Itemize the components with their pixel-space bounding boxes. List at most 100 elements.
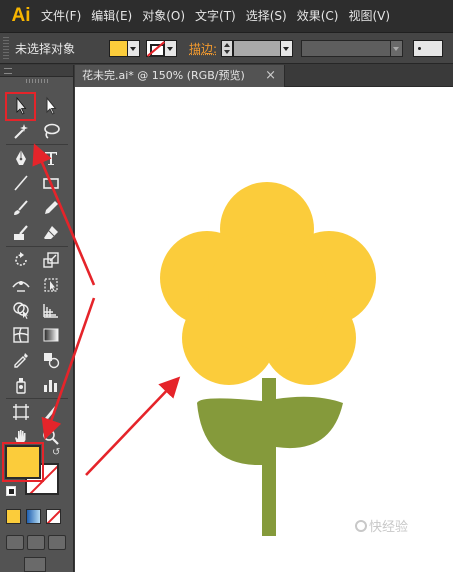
blob-brush-tool[interactable] bbox=[6, 222, 36, 244]
selection-tool[interactable] bbox=[6, 95, 36, 117]
chevron-down-icon[interactable] bbox=[391, 39, 404, 57]
stroke-weight-input[interactable] bbox=[233, 39, 282, 57]
panel-grip-icon[interactable] bbox=[26, 79, 48, 83]
direct-selection-arrow-icon bbox=[46, 96, 57, 115]
line-icon bbox=[14, 175, 28, 191]
watermark: 快经验 bbox=[355, 516, 408, 535]
rotate-tool[interactable] bbox=[6, 249, 36, 271]
lasso-icon bbox=[44, 123, 60, 139]
eyedropper-icon bbox=[14, 353, 28, 368]
column-graph-tool[interactable] bbox=[36, 374, 66, 396]
menu-select[interactable]: 选择(S) bbox=[241, 0, 292, 32]
flower-center bbox=[208, 232, 328, 352]
fill-color-picker[interactable] bbox=[109, 38, 140, 58]
mesh-icon bbox=[13, 327, 29, 343]
panel-collapse-icon[interactable] bbox=[0, 65, 73, 77]
pen-tool[interactable] bbox=[6, 147, 36, 169]
document-tab[interactable]: 花未完.ai* @ 150% (RGB/预览) × bbox=[75, 65, 285, 87]
flower-artwork bbox=[160, 182, 376, 536]
document-title: 花未完.ai* @ 150% (RGB/预览) bbox=[82, 69, 245, 82]
menu-edit[interactable]: 编辑(E) bbox=[86, 0, 137, 32]
menu-type[interactable]: 文字(T) bbox=[190, 0, 241, 32]
brush-icon bbox=[14, 200, 28, 215]
width-tool[interactable] bbox=[6, 274, 36, 296]
slice-tool[interactable] bbox=[36, 401, 66, 423]
color-mode-button[interactable] bbox=[6, 509, 21, 524]
fill-swatch[interactable] bbox=[109, 39, 128, 57]
panel-grip-icon[interactable] bbox=[3, 37, 9, 59]
watermark-logo-icon bbox=[355, 520, 367, 532]
draw-inside-button[interactable] bbox=[48, 535, 66, 550]
document-tab-bar: 花未完.ai* @ 150% (RGB/预览) × bbox=[75, 65, 453, 87]
app-logo: Ai bbox=[11, 5, 31, 26]
pencil-icon bbox=[45, 201, 58, 214]
paintbrush-tool[interactable] bbox=[6, 197, 36, 219]
gradient-tool[interactable] bbox=[36, 324, 66, 346]
chevron-down-icon[interactable] bbox=[281, 39, 294, 57]
type-tool[interactable] bbox=[36, 147, 66, 169]
menu-object[interactable]: 对象(O) bbox=[137, 0, 190, 32]
drawing-mode-row bbox=[6, 535, 66, 550]
chevron-down-icon[interactable] bbox=[165, 39, 177, 57]
shape-builder-icon bbox=[13, 302, 29, 319]
menu-view[interactable]: 视图(V) bbox=[343, 0, 395, 32]
blend-icon bbox=[44, 353, 60, 369]
menu-effect[interactable]: 效果(C) bbox=[292, 0, 344, 32]
scale-tool[interactable] bbox=[36, 249, 66, 271]
artboard-canvas[interactable] bbox=[75, 87, 453, 572]
blob-brush-icon bbox=[14, 225, 28, 240]
fill-swatch[interactable] bbox=[2, 442, 44, 482]
width-icon bbox=[12, 281, 30, 292]
menu-bar: Ai 文件(F) 编辑(E) 对象(O) 文字(T) 选择(S) 效果(C) 视… bbox=[0, 0, 453, 32]
gradient-mode-button[interactable] bbox=[26, 509, 41, 524]
blend-tool[interactable] bbox=[36, 349, 66, 371]
draw-behind-button[interactable] bbox=[27, 535, 45, 550]
eraser-tool[interactable] bbox=[36, 222, 66, 244]
stroke-none-swatch[interactable] bbox=[146, 39, 165, 57]
eyedropper-tool[interactable] bbox=[6, 349, 36, 371]
artboard-icon bbox=[13, 404, 29, 420]
brush-definition-dropdown[interactable] bbox=[413, 39, 444, 57]
default-colors-icon[interactable] bbox=[6, 486, 16, 496]
symbol-sprayer-tool[interactable] bbox=[6, 374, 36, 396]
eraser-icon bbox=[44, 226, 58, 239]
perspective-grid-icon bbox=[43, 304, 58, 318]
close-icon[interactable]: × bbox=[265, 65, 276, 87]
symbol-sprayer-icon bbox=[16, 378, 26, 394]
lasso-tool[interactable] bbox=[36, 120, 66, 142]
free-transform-tool[interactable] bbox=[36, 274, 66, 296]
draw-normal-button[interactable] bbox=[6, 535, 24, 550]
toolbox-divider bbox=[6, 144, 68, 145]
toolbox-divider bbox=[6, 246, 68, 247]
line-segment-tool[interactable] bbox=[6, 172, 36, 194]
free-transform-icon bbox=[44, 278, 58, 292]
magic-wand-tool[interactable] bbox=[6, 120, 36, 142]
left-leaf bbox=[197, 398, 262, 466]
stroke-weight-stepper[interactable] bbox=[221, 39, 234, 57]
rectangle-tool[interactable] bbox=[36, 172, 66, 194]
scale-icon bbox=[43, 252, 59, 268]
screen-mode-button[interactable] bbox=[24, 557, 46, 572]
flower-stem bbox=[262, 378, 276, 536]
right-leaf bbox=[276, 396, 343, 449]
gradient-icon bbox=[43, 328, 59, 342]
perspective-grid-tool[interactable] bbox=[36, 299, 66, 321]
stroke-weight-label[interactable]: 描边: bbox=[189, 40, 217, 57]
rotate-icon bbox=[15, 252, 27, 266]
color-mode-row bbox=[6, 509, 61, 524]
shape-builder-tool[interactable] bbox=[6, 299, 36, 321]
stroke-color-picker[interactable] bbox=[146, 38, 177, 58]
direct-selection-tool[interactable] bbox=[36, 95, 66, 117]
none-mode-button[interactable] bbox=[46, 509, 61, 524]
mesh-tool[interactable] bbox=[6, 324, 36, 346]
chevron-down-icon[interactable] bbox=[128, 39, 140, 57]
artboard-tool[interactable] bbox=[6, 401, 36, 423]
type-t-icon bbox=[45, 152, 57, 165]
illustrator-window: Ai 文件(F) 编辑(E) 对象(O) 文字(T) 选择(S) 效果(C) 视… bbox=[0, 0, 453, 572]
menu-file[interactable]: 文件(F) bbox=[36, 0, 86, 32]
variable-width-profile[interactable] bbox=[301, 39, 392, 57]
pencil-tool[interactable] bbox=[36, 197, 66, 219]
watermark-text: 快经验 bbox=[369, 520, 409, 535]
swap-fill-stroke-icon[interactable]: ↺ bbox=[52, 447, 60, 458]
tools-panel: ↺ bbox=[0, 65, 74, 572]
